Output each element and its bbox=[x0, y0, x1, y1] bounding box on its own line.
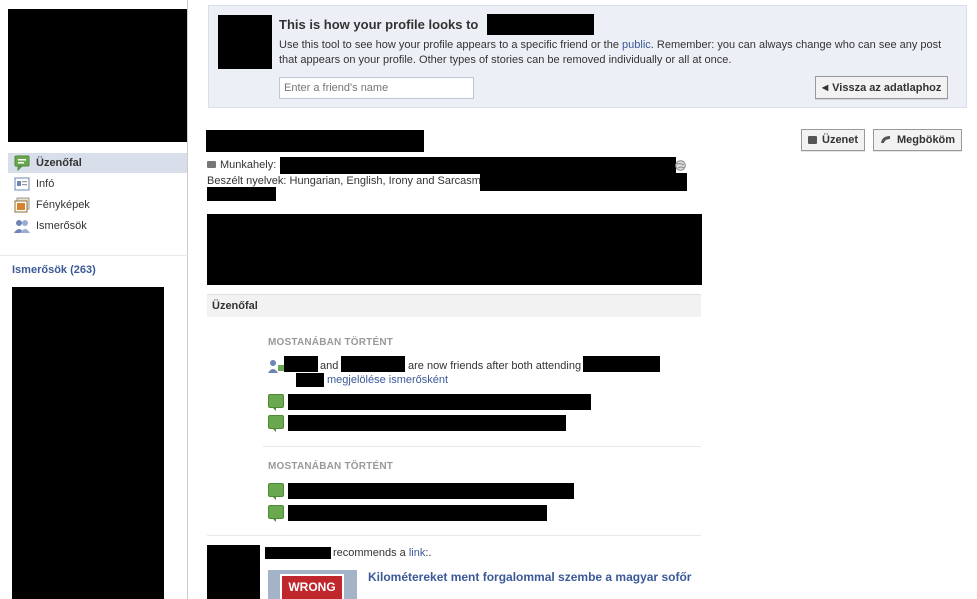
link-title[interactable]: Kilométereket ment forgalommal szembe a … bbox=[368, 570, 698, 585]
profile-preview-box: This is how your profile looks to Use th… bbox=[208, 5, 967, 108]
viewer-avatar bbox=[218, 15, 272, 69]
redacted-post-2 bbox=[288, 415, 566, 431]
profile-name bbox=[206, 130, 424, 152]
redacted-friend-name bbox=[487, 14, 594, 35]
friends-count-link[interactable]: Ismerősök (263) bbox=[12, 264, 96, 276]
divider bbox=[0, 255, 188, 256]
sidebar-item-label: Fényképek bbox=[36, 199, 90, 211]
wall-post-icon bbox=[268, 394, 284, 411]
sidebar-item-wall[interactable]: Üzenőfal bbox=[8, 153, 187, 173]
poke-icon bbox=[880, 134, 892, 147]
redacted-languages-extra bbox=[480, 173, 687, 191]
chevron-left-icon: ◀ bbox=[822, 83, 829, 92]
divider bbox=[207, 535, 701, 536]
recent-activity-label: MOSTANÁBAN TÖRTÉNT bbox=[268, 461, 394, 472]
recommend-line: recommends a link:. bbox=[333, 547, 432, 559]
preview-description: Use this tool to see how your profile ap… bbox=[279, 39, 942, 66]
back-to-profile-button[interactable]: ◀ Vissza az adatlaphoz bbox=[815, 76, 949, 99]
public-link[interactable]: public bbox=[622, 39, 651, 51]
photos-icon bbox=[14, 197, 30, 213]
redacted-post-1 bbox=[288, 394, 591, 410]
divider bbox=[263, 446, 701, 447]
preview-title: This is how your profile looks to bbox=[279, 17, 479, 32]
redacted-post-3 bbox=[288, 483, 574, 499]
recent-activity-label: MOSTANÁBAN TÖRTÉNT bbox=[268, 337, 394, 348]
briefcase-icon bbox=[207, 161, 216, 168]
sidebar-item-label: Infó bbox=[36, 178, 55, 190]
friendship-icon bbox=[268, 359, 284, 376]
sidebar-item-label: Ismerősök bbox=[36, 220, 87, 232]
friends-grid[interactable] bbox=[12, 287, 164, 599]
friends-story-text: are now friends after both attending bbox=[408, 360, 582, 372]
wall-post-icon bbox=[268, 415, 284, 432]
wall-header: Üzenőfal bbox=[207, 294, 701, 317]
wall-icon bbox=[14, 155, 30, 172]
message-button[interactable]: Üzenet bbox=[801, 129, 866, 151]
and-text: and bbox=[320, 360, 339, 372]
poke-button[interactable]: Megbököm bbox=[873, 129, 963, 151]
redacted-tag-name bbox=[296, 373, 324, 387]
friend-name-input[interactable] bbox=[279, 77, 474, 99]
sidebar-item-label: Üzenőfal bbox=[36, 157, 82, 169]
wall-post-icon bbox=[268, 483, 284, 500]
wrong-way-sign: WRONG WAY bbox=[280, 574, 344, 599]
sidebar-item-friends[interactable]: Ismerősök bbox=[8, 216, 187, 236]
friends-icon bbox=[14, 218, 30, 234]
sidebar-item-photos[interactable]: Fényképek bbox=[8, 195, 187, 215]
work-line: Munkahely: bbox=[207, 159, 276, 171]
speech-bubble-icon bbox=[808, 136, 817, 144]
left-column: Üzenőfal Infó Fényképek Ismerősök Ismerő… bbox=[0, 0, 188, 599]
redacted-friend-a[interactable] bbox=[284, 356, 318, 372]
redacted-workplace bbox=[280, 157, 676, 174]
tag-as-friend-link[interactable]: megjelölése ismerősként bbox=[327, 374, 448, 386]
sidebar-item-info[interactable]: Infó bbox=[8, 174, 187, 194]
link-thumbnail[interactable]: WRONG WAY bbox=[268, 570, 357, 599]
redacted-poster-name[interactable] bbox=[265, 547, 331, 559]
poster-avatar[interactable] bbox=[207, 545, 260, 599]
redacted-info-extra bbox=[207, 187, 276, 201]
recommend-link[interactable]: link bbox=[409, 547, 426, 559]
profile-picture[interactable] bbox=[8, 9, 187, 142]
globe-icon bbox=[675, 160, 686, 174]
languages-line: Beszélt nyelvek: Hungarian, English, Iro… bbox=[207, 175, 481, 187]
info-icon bbox=[14, 176, 30, 192]
redacted-post-4 bbox=[288, 505, 547, 521]
redacted-friend-b[interactable] bbox=[341, 356, 405, 372]
wall-post-icon bbox=[268, 505, 284, 522]
redacted-event[interactable] bbox=[583, 356, 660, 372]
redacted-banner bbox=[207, 214, 702, 285]
